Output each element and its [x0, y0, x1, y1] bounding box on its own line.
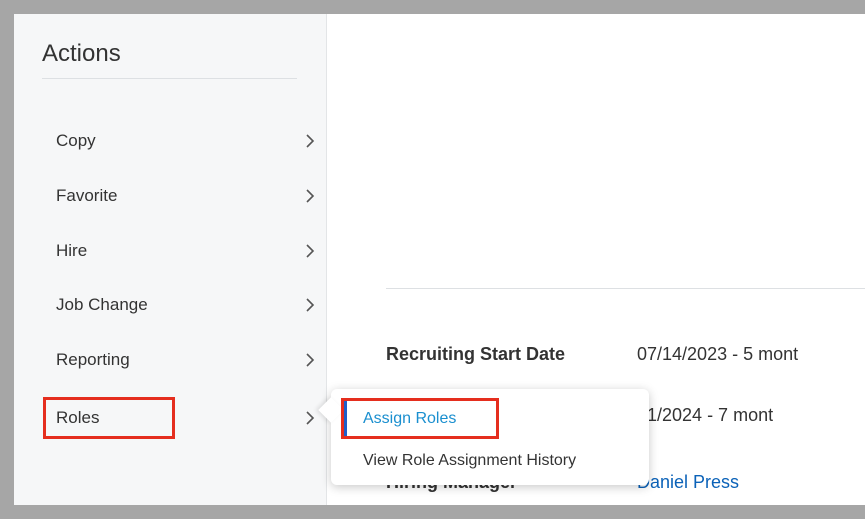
sidebar-item-label: Copy: [56, 131, 96, 150]
frame-top: [0, 0, 865, 14]
submenu-item-assign-roles[interactable]: Assign Roles: [331, 401, 649, 437]
chevron-right-icon: [306, 244, 315, 258]
chevron-right-icon: [306, 298, 315, 312]
chevron-right-icon: [306, 189, 315, 203]
sidebar-item-job-change[interactable]: Job Change: [14, 278, 327, 332]
sidebar-item-label: Hire: [56, 241, 88, 260]
date-value: 01/2024 - 7 mont: [637, 405, 774, 425]
sidebar-item-label: Favorite: [56, 186, 118, 205]
frame-bottom: [0, 505, 865, 519]
chevron-right-icon: [306, 353, 315, 367]
sidebar-item-roles[interactable]: Roles: [14, 391, 327, 445]
sidebar-item-label: Roles: [56, 408, 100, 427]
submenu-item-label: View Role Assignment History: [363, 452, 577, 469]
hiring-manager-link[interactable]: Daniel Press: [637, 472, 739, 493]
sidebar-divider: [42, 78, 297, 79]
chevron-right-icon: [306, 134, 315, 148]
submenu-item-view-role-history[interactable]: View Role Assignment History: [331, 443, 649, 479]
sidebar-item-label: Reporting: [56, 350, 130, 369]
sidebar-item-hire[interactable]: Hire: [14, 224, 327, 278]
submenu-item-label: Assign Roles: [363, 410, 457, 427]
recruiting-start-date-label: Recruiting Start Date: [386, 344, 566, 364]
main-divider: [386, 288, 865, 289]
active-indicator: [343, 401, 347, 437]
sidebar-item-favorite[interactable]: Favorite: [14, 169, 327, 223]
roles-submenu: Assign Roles View Role Assignment Histor…: [318, 389, 649, 485]
chevron-right-icon: [306, 411, 315, 425]
recruiting-start-date-value: 07/14/2023 - 5 mont: [637, 344, 799, 364]
sidebar-item-copy[interactable]: Copy: [14, 114, 327, 168]
sidebar-item-label: Job Change: [56, 295, 148, 314]
sidebar-item-reporting[interactable]: Reporting: [14, 333, 327, 387]
sidebar-title: Actions: [42, 40, 121, 67]
